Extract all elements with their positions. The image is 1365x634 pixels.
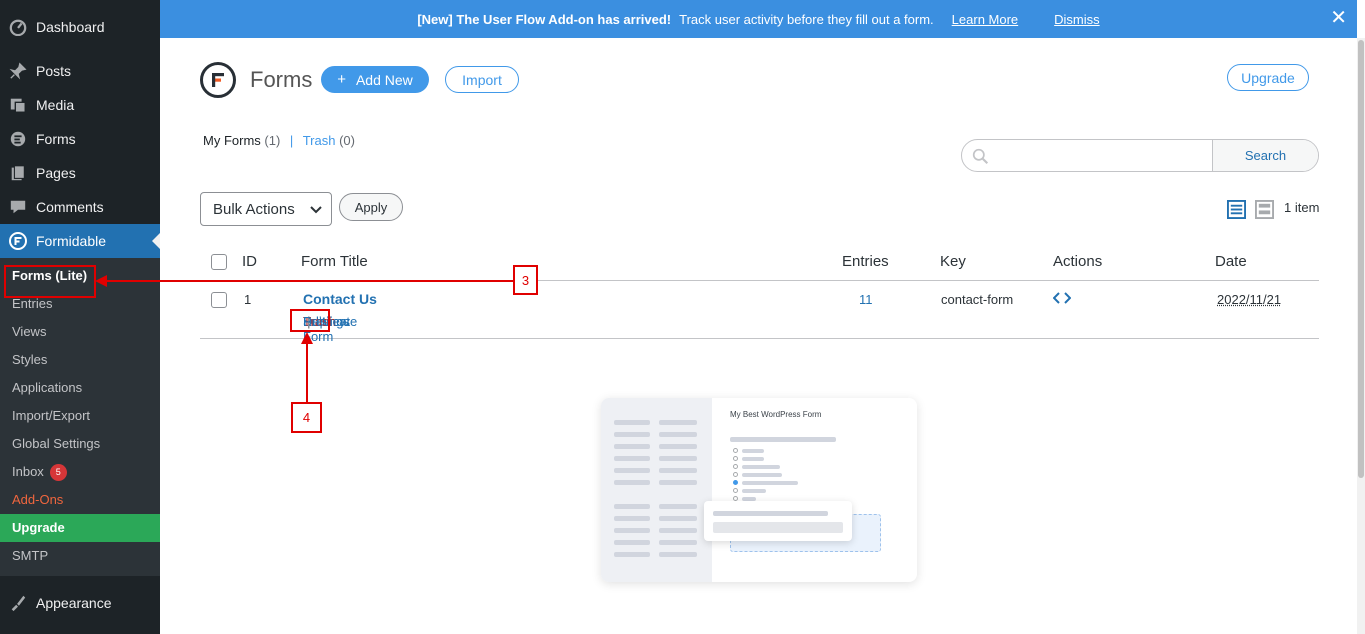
form-key: contact-form bbox=[941, 292, 1014, 307]
media-icon bbox=[8, 95, 28, 115]
illustration-sidebar bbox=[601, 398, 712, 582]
menu-comments[interactable]: Comments bbox=[0, 190, 160, 224]
submenu-import-export[interactable]: Import/Export bbox=[0, 402, 160, 430]
menu-label: Comments bbox=[36, 199, 104, 215]
menu-media[interactable]: Media bbox=[0, 88, 160, 122]
pin-icon bbox=[8, 61, 28, 81]
form-date: 2022/11/21 bbox=[1217, 292, 1282, 307]
menu-pages[interactable]: Pages bbox=[0, 156, 160, 190]
column-form-title[interactable]: Form Title bbox=[301, 253, 368, 270]
annotation-highlight-edit bbox=[290, 309, 330, 332]
illustration-title: My Best WordPress Form bbox=[730, 410, 822, 419]
dashboard-icon bbox=[8, 17, 28, 37]
menu-posts[interactable]: Posts bbox=[0, 54, 160, 88]
bulk-actions-select[interactable]: Bulk Actions bbox=[200, 192, 332, 226]
annotation-step-3: 3 bbox=[513, 265, 538, 295]
form-title-link[interactable]: Contact Us bbox=[303, 291, 377, 307]
filter-separator: | bbox=[289, 133, 294, 148]
menu-label: Forms bbox=[36, 131, 76, 147]
submenu-global-settings[interactable]: Global Settings bbox=[0, 430, 160, 458]
illustration-popup bbox=[704, 501, 852, 541]
bulk-actions-label: Bulk Actions bbox=[213, 200, 295, 218]
view-filters: My Forms (1) | Trash (0) bbox=[203, 133, 355, 148]
excerpt-view-icon[interactable] bbox=[1255, 200, 1274, 224]
formidable-logo-icon bbox=[200, 62, 236, 98]
admin-sidebar: Dashboard Posts Media Forms Pages Commen… bbox=[0, 0, 160, 634]
banner-headline: [New] The User Flow Add-on has arrived! bbox=[417, 11, 672, 27]
submenu-styles[interactable]: Styles bbox=[0, 346, 160, 374]
annotation-highlight-forms-lite bbox=[4, 265, 96, 298]
entries-count-link[interactable]: 11 bbox=[859, 292, 873, 307]
notice-banner: [New] The User Flow Add-on has arrived! … bbox=[160, 0, 1357, 38]
list-view-icon[interactable] bbox=[1227, 200, 1246, 224]
add-new-button[interactable]: + Add New bbox=[321, 66, 429, 93]
menu-label: Dashboard bbox=[36, 19, 105, 35]
search-button[interactable]: Search bbox=[1212, 140, 1318, 171]
banner-text: Track user activity before they fill out… bbox=[679, 11, 934, 27]
submenu-upgrade[interactable]: Upgrade bbox=[0, 514, 160, 542]
upgrade-button[interactable]: Upgrade bbox=[1227, 64, 1309, 91]
annotation-step-4: 4 bbox=[291, 402, 322, 433]
submenu-applications[interactable]: Applications bbox=[0, 374, 160, 402]
search-box: Search bbox=[961, 139, 1319, 172]
scrollbar-thumb[interactable] bbox=[1358, 40, 1364, 478]
menu-label: Formidable bbox=[36, 233, 107, 249]
select-all-checkbox[interactable] bbox=[211, 254, 227, 270]
search-icon bbox=[972, 148, 989, 165]
inbox-count-badge: 5 bbox=[49, 463, 67, 481]
menu-appearance[interactable]: Appearance bbox=[0, 586, 160, 620]
empty-state-illustration: My Best WordPress Form bbox=[601, 398, 917, 582]
annotation-arrow-4-line bbox=[306, 342, 308, 404]
row-id: 1 bbox=[244, 292, 252, 307]
forms-icon bbox=[8, 129, 28, 149]
my-forms-count: (1) bbox=[264, 133, 281, 148]
menu-label: Posts bbox=[36, 63, 72, 79]
row-checkbox[interactable] bbox=[211, 292, 227, 308]
page-title: Forms bbox=[250, 67, 313, 92]
pages-icon bbox=[8, 163, 28, 183]
add-new-label: Add New bbox=[355, 71, 413, 88]
close-icon[interactable]: ✕ bbox=[1330, 8, 1347, 28]
table-header: ID Form Title Entries Key Actions Date bbox=[200, 245, 1319, 281]
submenu-smtp[interactable]: SMTP bbox=[0, 542, 160, 570]
embed-code-icon[interactable] bbox=[1052, 291, 1072, 308]
menu-label: Media bbox=[36, 97, 75, 113]
trash-count: (0) bbox=[339, 133, 355, 148]
submenu-add-ons[interactable]: Add-Ons bbox=[0, 486, 160, 514]
column-date[interactable]: Date bbox=[1215, 253, 1247, 270]
dismiss-link[interactable]: Dismiss bbox=[1054, 12, 1100, 27]
comment-icon bbox=[8, 197, 28, 217]
my-forms-filter[interactable]: My Forms bbox=[203, 133, 261, 148]
items-count: 1 item bbox=[1284, 200, 1320, 215]
column-key[interactable]: Key bbox=[940, 253, 966, 270]
column-id[interactable]: ID bbox=[242, 253, 257, 270]
menu-label: Appearance bbox=[36, 595, 112, 611]
submenu-inbox[interactable]: Inbox 5 bbox=[0, 458, 160, 486]
arrow-up-icon bbox=[301, 332, 313, 344]
import-button[interactable]: Import bbox=[445, 66, 519, 93]
formidable-icon bbox=[8, 231, 28, 251]
column-entries[interactable]: Entries bbox=[842, 253, 889, 270]
menu-dashboard[interactable]: Dashboard bbox=[0, 10, 160, 44]
annotation-arrow-3-line bbox=[104, 280, 514, 282]
learn-more-link[interactable]: Learn More bbox=[952, 12, 1018, 27]
brush-icon bbox=[8, 593, 28, 613]
menu-formidable[interactable]: Formidable bbox=[0, 224, 160, 258]
menu-forms[interactable]: Forms bbox=[0, 122, 160, 156]
search-input[interactable] bbox=[962, 140, 1212, 171]
table-row: 1 Contact Us Edit | Settings | Duplicate For… bbox=[200, 282, 1319, 344]
menu-label: Pages bbox=[36, 165, 76, 181]
trash-filter[interactable]: Trash bbox=[303, 133, 336, 148]
submenu-views[interactable]: Views bbox=[0, 318, 160, 346]
column-actions: Actions bbox=[1053, 253, 1103, 270]
formidable-submenu: Forms (Lite) Entries Views Styles Applic… bbox=[0, 258, 160, 576]
apply-button[interactable]: Apply bbox=[339, 193, 403, 221]
plus-icon: + bbox=[337, 71, 346, 88]
chevron-down-icon bbox=[309, 202, 323, 220]
arrow-left-icon bbox=[95, 275, 107, 287]
submenu-inbox-label: Inbox bbox=[12, 464, 44, 479]
